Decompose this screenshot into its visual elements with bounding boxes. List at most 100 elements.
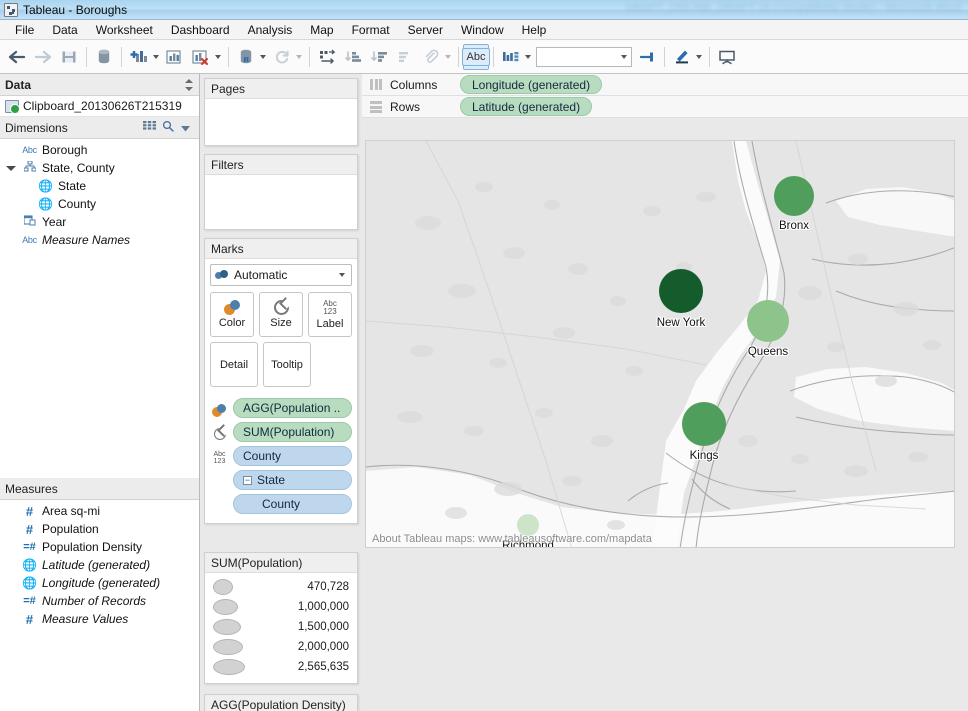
dimension-measure-names[interactable]: Abc Measure Names — [0, 231, 199, 249]
dimension-state-county[interactable]: State, County — [0, 159, 199, 177]
sort-descending-icon[interactable] — [366, 44, 392, 70]
collapse-icon[interactable]: − — [243, 475, 252, 485]
sort-ascending-icon[interactable] — [340, 44, 366, 70]
search-icon[interactable] — [162, 120, 174, 135]
mark-pill-detail-county[interactable]: County — [233, 494, 352, 514]
measure-population[interactable]: # Population — [0, 520, 199, 538]
pages-drop-zone[interactable] — [205, 99, 357, 145]
map-attribution[interactable]: About Tableau maps: www.tableausoftware.… — [372, 533, 652, 545]
marks-pill-row: Abc 123 County — [210, 446, 352, 470]
measure-area-sq-mi[interactable]: # Area sq-mi — [0, 502, 199, 520]
menu-map[interactable]: Map — [301, 21, 342, 39]
clear-sheet-dropdown-icon[interactable] — [215, 54, 221, 59]
map-mark-bronx[interactable] — [774, 176, 814, 216]
size-swatch — [213, 579, 233, 595]
menu-data[interactable]: Data — [43, 21, 86, 39]
menu-server[interactable]: Server — [399, 21, 452, 39]
data-pane-resize-icon[interactable] — [185, 78, 194, 91]
abc-icon: Abc — [22, 234, 37, 245]
filters-drop-zone[interactable] — [205, 175, 357, 229]
rows-shelf[interactable]: Rows Latitude (generated) — [362, 96, 968, 118]
marks-card: Marks Automatic Color Size Abc 123 Label… — [204, 238, 358, 524]
paperclip-icon[interactable] — [418, 44, 444, 70]
fix-axes-pin-icon[interactable] — [634, 44, 660, 70]
marks-pill-row: SUM(Population) — [210, 422, 352, 446]
menu-worksheet[interactable]: Worksheet — [87, 21, 162, 39]
refresh-icon[interactable] — [269, 44, 295, 70]
highlight-icon[interactable] — [669, 44, 695, 70]
columns-shelf[interactable]: Columns Longitude (generated) — [362, 74, 968, 96]
menu-window[interactable]: Window — [452, 21, 513, 39]
save-icon[interactable] — [56, 44, 82, 70]
highlight-dropdown-icon[interactable] — [696, 54, 702, 59]
measure-measure-values[interactable]: # Measure Values — [0, 610, 199, 628]
mark-pill-size[interactable]: SUM(Population) — [233, 422, 352, 442]
map-mark-new-york[interactable] — [659, 269, 703, 313]
refresh-dropdown-icon[interactable] — [296, 54, 302, 59]
columns-label: Columns — [390, 77, 438, 92]
duplicate-sheet-icon[interactable] — [162, 44, 188, 70]
paperclip-dropdown-icon[interactable] — [445, 54, 451, 59]
rows-pill-latitude[interactable]: Latitude (generated) — [460, 97, 593, 116]
fit-selector[interactable] — [536, 46, 632, 67]
new-worksheet-icon[interactable] — [126, 44, 152, 70]
dimension-county[interactable]: 🌐 County — [0, 195, 199, 213]
map-mark-queens[interactable] — [747, 300, 789, 342]
refresh-data-dropdown-icon[interactable] — [260, 54, 266, 59]
menu-format[interactable]: Format — [343, 21, 399, 39]
size-legend-item[interactable]: 470,728 — [213, 577, 349, 597]
detail-button[interactable]: Detail — [210, 342, 258, 387]
calculated-number-icon: =# — [23, 540, 36, 553]
menu-analysis[interactable]: Analysis — [239, 21, 302, 39]
label-button[interactable]: Abc 123 Label — [308, 292, 352, 337]
data-source-icon[interactable] — [91, 44, 117, 70]
mark-pill-detail-state[interactable]: − State — [233, 470, 352, 490]
size-legend-item[interactable]: 2,565,635 — [213, 657, 349, 677]
tooltip-button[interactable]: Tooltip — [263, 342, 311, 387]
size-legend-item[interactable]: 1,500,000 — [213, 617, 349, 637]
menu-dashboard[interactable]: Dashboard — [162, 21, 239, 39]
mark-pill-label[interactable]: County — [233, 446, 352, 466]
color-button[interactable]: Color — [210, 292, 254, 337]
size-legend-item[interactable]: 2,000,000 — [213, 637, 349, 657]
dimensions-title: Dimensions — [5, 120, 68, 135]
presentation-mode-icon[interactable] — [714, 44, 740, 70]
number-icon: # — [25, 611, 34, 627]
refresh-data-source-icon[interactable] — [233, 44, 259, 70]
measure-label: Longitude (generated) — [42, 576, 161, 590]
columns-pill-longitude[interactable]: Longitude (generated) — [460, 75, 603, 94]
menu-file[interactable]: File — [6, 21, 43, 39]
grid-view-icon[interactable] — [143, 120, 156, 135]
forward-arrow-icon[interactable] — [30, 44, 56, 70]
menu-help[interactable]: Help — [513, 21, 556, 39]
dimensions-menu-icon[interactable] — [181, 121, 190, 135]
show-mark-labels-label: Abc — [461, 47, 491, 66]
show-mark-labels-button[interactable]: Abc — [461, 43, 491, 70]
new-worksheet-dropdown-icon[interactable] — [153, 54, 159, 59]
measure-longitude[interactable]: 🌐 Longitude (generated) — [0, 574, 199, 592]
chevron-down-icon — [339, 273, 345, 277]
window-title: Tableau - Boroughs — [23, 2, 128, 17]
datasource-item[interactable]: Clipboard_20130626T215319 — [0, 96, 199, 117]
group-members-icon[interactable] — [392, 44, 418, 70]
show-me-dropdown-icon[interactable] — [525, 54, 531, 59]
swap-rows-columns-icon[interactable] — [314, 44, 340, 70]
map-canvas[interactable]: Bronx New York Queens Kings Richmond Abo… — [365, 140, 955, 548]
measure-population-density[interactable]: =# Population Density — [0, 538, 199, 556]
mark-pill-color[interactable]: AGG(Population .. — [233, 398, 352, 418]
measure-number-of-records[interactable]: =# Number of Records — [0, 592, 199, 610]
measure-latitude[interactable]: 🌐 Latitude (generated) — [0, 556, 199, 574]
clear-sheet-icon[interactable] — [188, 44, 214, 70]
dimension-state[interactable]: 🌐 State — [0, 177, 199, 195]
dimension-year[interactable]: Year — [0, 213, 199, 231]
expand-collapse-icon[interactable] — [6, 165, 16, 171]
mark-type-dropdown[interactable]: Automatic — [210, 264, 352, 286]
dimension-borough[interactable]: Abc Borough — [0, 141, 199, 159]
show-me-icon[interactable] — [498, 44, 524, 70]
size-swatch — [213, 639, 243, 655]
size-button[interactable]: Size — [259, 292, 303, 337]
map-mark-kings[interactable] — [682, 402, 726, 446]
mark-property-buttons-row2: Detail Tooltip — [210, 342, 352, 387]
size-legend-item[interactable]: 1,000,000 — [213, 597, 349, 617]
back-arrow-icon[interactable] — [4, 44, 30, 70]
